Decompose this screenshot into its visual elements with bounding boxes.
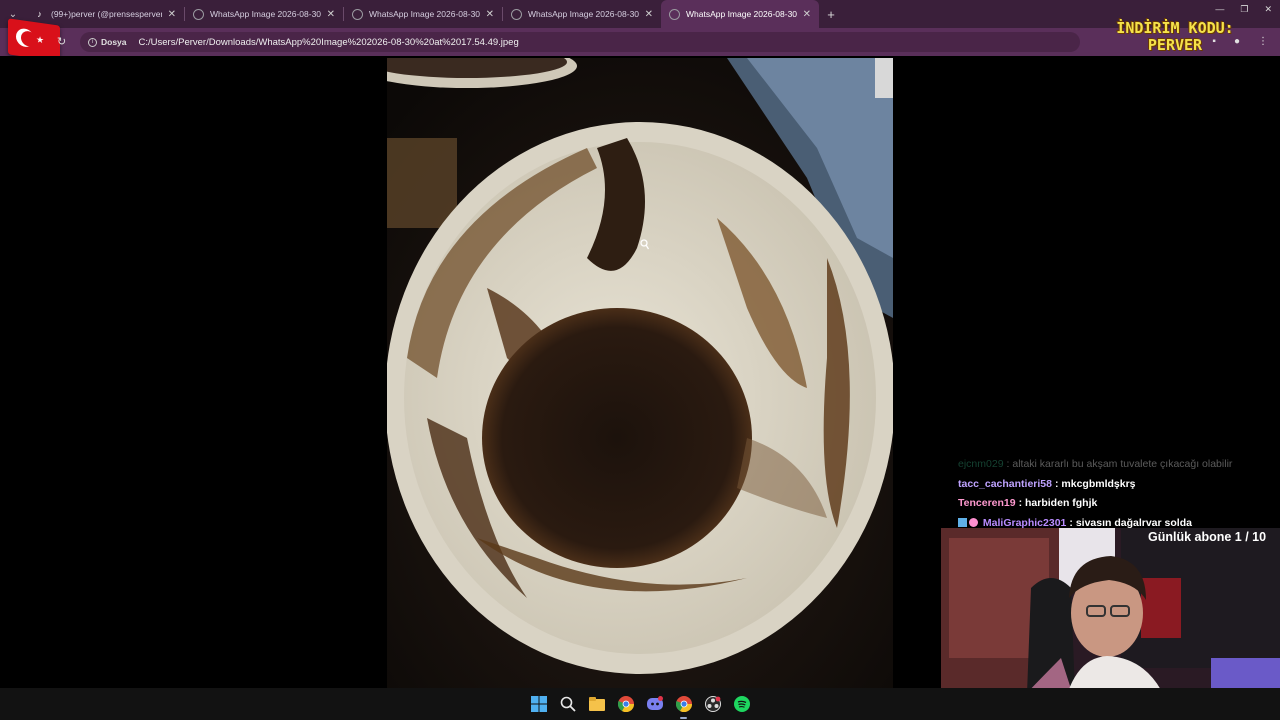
- zoom-cursor-icon: [640, 239, 649, 250]
- chat-message: tacc_cachantieri58: mkcgbmldşkrş: [958, 477, 1136, 490]
- chat-text: mkcgbmldşkrş: [1061, 477, 1136, 490]
- address-bar[interactable]: i Dosya C:/Users/Perver/Downloads/WhatsA…: [80, 32, 1080, 52]
- tab-strip: ⌄ ♪ (99+)perver (@prensesperver) | ✕ Wha…: [0, 0, 1280, 28]
- verified-badge-icon: [958, 518, 967, 528]
- search-icon[interactable]: [559, 696, 576, 713]
- chat-text: sivasın dağalrvar solda: [1075, 516, 1192, 529]
- tab-whatsapp-image-2[interactable]: WhatsApp Image 2026-08-30 a ✕: [344, 0, 502, 28]
- globe-icon: [352, 8, 363, 20]
- maximize-button[interactable]: ❐: [1240, 4, 1248, 15]
- globe-icon: [193, 8, 204, 20]
- info-icon[interactable]: i: [88, 37, 97, 47]
- url-text[interactable]: C:/Users/Perver/Downloads/WhatsApp%20Ima…: [139, 37, 519, 48]
- close-icon[interactable]: ✕: [327, 9, 335, 20]
- close-window-button[interactable]: ✕: [1264, 4, 1272, 15]
- new-tab-button[interactable]: +: [819, 0, 843, 28]
- window-controls: — ❐ ✕: [1215, 4, 1272, 15]
- chat-text: harbiden fghjk: [1025, 497, 1098, 509]
- stream-chat: ejcnm029: altaki kararlı bu akşam tuvale…: [958, 455, 1280, 533]
- chat-username: tacc_cachantieri58: [958, 477, 1052, 490]
- discount-code-overlay: İNDİRİM KODU: PERVER: [1105, 20, 1245, 54]
- chat-username: Tenceren19: [958, 497, 1016, 509]
- chat-username: MaliGraphic2301: [982, 516, 1067, 529]
- daily-sub-goal: Günlük abone 1 / 10: [1148, 530, 1267, 544]
- windows-start-icon[interactable]: [530, 696, 547, 713]
- tab-title: WhatsApp Image 2026-08-30 a: [686, 9, 797, 19]
- promo-line-1: İNDİRİM KODU:: [1116, 19, 1234, 37]
- close-icon[interactable]: ✕: [803, 9, 811, 20]
- chat-text: altaki kararlı bu akşam tuvalete çıkacağ…: [1012, 458, 1233, 470]
- chrome-icon[interactable]: [675, 696, 692, 719]
- tab-title: WhatsApp Image 2026-08-30 a: [210, 9, 321, 19]
- tab-title: WhatsApp Image 2026-08-30 a: [528, 9, 639, 19]
- butterfly-badge-icon: [969, 518, 978, 528]
- globe-icon: [669, 8, 680, 20]
- close-icon[interactable]: ✕: [168, 9, 176, 20]
- spotify-icon[interactable]: [733, 696, 750, 713]
- close-icon[interactable]: ✕: [486, 9, 494, 20]
- tab-title: WhatsApp Image 2026-08-30 a: [369, 9, 480, 19]
- close-icon[interactable]: ✕: [645, 9, 653, 20]
- globe-icon: [511, 8, 522, 20]
- file-explorer-icon[interactable]: [588, 696, 605, 713]
- chat-message: Tenceren19: harbiden fghjk: [958, 497, 1098, 509]
- tiktok-icon: ♪: [37, 8, 42, 19]
- coffee-cup-photo[interactable]: [387, 58, 893, 688]
- reload-icon[interactable]: ↻: [57, 35, 66, 48]
- promo-line-2: PERVER: [1147, 36, 1203, 54]
- discord-icon[interactable]: [646, 696, 663, 713]
- chrome-icon[interactable]: [617, 696, 634, 713]
- tab-whatsapp-image-active[interactable]: WhatsApp Image 2026-08-30 a ✕: [661, 0, 819, 28]
- tab-title: (99+)perver (@prensesperver) |: [51, 9, 162, 19]
- tab-whatsapp-image-1[interactable]: WhatsApp Image 2026-08-30 a ✕: [185, 0, 343, 28]
- menu-icon[interactable]: ⋮: [1258, 36, 1268, 47]
- taskbar: [0, 688, 1280, 720]
- chat-username: ejcnm029: [958, 458, 1004, 470]
- screen: ⌄ ♪ (99+)perver (@prensesperver) | ✕ Wha…: [0, 0, 1280, 720]
- minimize-button[interactable]: —: [1215, 4, 1224, 15]
- obs-icon[interactable]: [704, 696, 721, 713]
- chat-message: ejcnm029: altaki kararlı bu akşam tuvale…: [958, 458, 1233, 470]
- tab-whatsapp-image-3[interactable]: WhatsApp Image 2026-08-30 a ✕: [503, 0, 661, 28]
- site-chip[interactable]: Dosya: [101, 37, 127, 47]
- flag-star: ★: [36, 34, 45, 46]
